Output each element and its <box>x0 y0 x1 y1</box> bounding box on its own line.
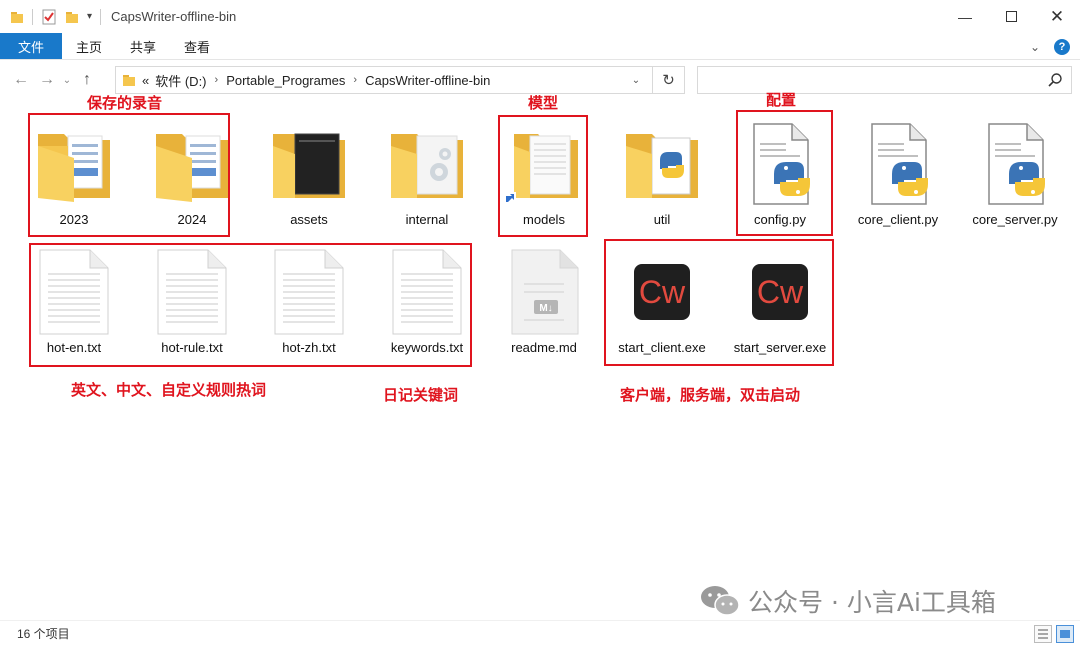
up-arrow-icon: ↑ <box>83 71 91 88</box>
view-switcher <box>1034 625 1074 643</box>
divider <box>32 8 33 25</box>
markdown-file-icon: M↓ <box>511 249 579 335</box>
folder-dark-icon <box>273 133 345 198</box>
file-item-core-client-py[interactable]: core_client.py <box>843 120 953 227</box>
title-bar: ▾ CapsWriter-offline-bin — ✕ <box>0 0 1080 33</box>
file-item-internal[interactable]: internal <box>372 120 482 227</box>
file-name: readme.md <box>511 340 577 355</box>
close-icon: ✕ <box>1049 6 1065 26</box>
python-file-icon <box>871 123 928 205</box>
item-count: 16 个项目 <box>17 627 70 641</box>
search-icon <box>1048 73 1062 87</box>
annotation-config: 配置 <box>766 91 797 109</box>
file-item-readme-md[interactable]: M↓ readme.md <box>489 248 599 355</box>
back-button[interactable]: ← <box>8 67 34 93</box>
tab-file[interactable]: 文件 <box>0 33 63 59</box>
quick-access-toolbar: ▾ <box>0 8 92 25</box>
annotation-diary: 日记关键词 <box>383 386 459 404</box>
annotation-box-launch <box>604 239 834 366</box>
tab-share[interactable]: 共享 <box>116 33 170 59</box>
folder-icon <box>11 11 23 23</box>
breadcrumb-current[interactable]: CapsWriter-offline-bin <box>365 73 490 88</box>
python-file-icon <box>988 123 1045 205</box>
expand-ribbon-icon[interactable]: ⌄ <box>1030 40 1040 54</box>
address-overflow[interactable]: « <box>142 73 149 88</box>
watermark: 公众号 · 小言Ai工具箱 <box>700 583 996 619</box>
window-controls: — ✕ <box>942 0 1080 33</box>
file-name: assets <box>290 212 328 227</box>
address-history-dropdown[interactable]: ⌄ <box>626 67 646 93</box>
details-view-icon <box>1038 629 1048 639</box>
address-bar[interactable]: « 软件 (D:) › Portable_Programes › CapsWri… <box>115 66 685 94</box>
file-item-assets[interactable]: assets <box>254 120 364 227</box>
tab-home[interactable]: 主页 <box>62 33 116 59</box>
chevron-down-icon: ⌄ <box>62 74 72 86</box>
annotation-hotwords: 英文、中文、自定义规则热词 <box>71 381 267 399</box>
annotation-launch: 客户端，服务端，双击启动 <box>620 386 801 404</box>
customize-toolbar-icon[interactable]: ▾ <box>87 11 92 22</box>
breadcrumb-drive[interactable]: 软件 (D:) <box>155 71 206 90</box>
annotation-recordings: 保存的录音 <box>87 94 163 112</box>
maximize-button[interactable] <box>988 0 1034 33</box>
back-arrow-icon: ← <box>13 71 29 88</box>
folder-python-icon <box>626 134 698 198</box>
minimize-button[interactable]: — <box>942 0 988 33</box>
minimize-icon: — <box>958 8 972 25</box>
new-folder-icon[interactable] <box>65 10 79 24</box>
file-name: internal <box>405 212 449 227</box>
recent-locations-button[interactable]: ⌄ <box>60 67 74 93</box>
breadcrumb-portable[interactable]: Portable_Programes <box>226 73 345 88</box>
ribbon-tabs: 文件 主页 共享 查看 ⌄ ? <box>0 33 1080 60</box>
forward-button[interactable]: → <box>34 67 60 93</box>
maximize-icon <box>1005 11 1017 22</box>
annotation-box-recordings <box>28 113 230 237</box>
search-input[interactable] <box>697 66 1072 94</box>
large-icons-view-button[interactable] <box>1056 625 1074 643</box>
breadcrumb-chevron-icon[interactable]: › <box>353 74 357 86</box>
annotation-box-models <box>498 115 588 237</box>
folder-icon <box>123 75 135 86</box>
details-view-button[interactable] <box>1034 625 1052 643</box>
chevron-down-icon: ⌄ <box>631 74 641 86</box>
annotation-box-config <box>736 110 833 236</box>
forward-arrow-icon: → <box>39 71 55 88</box>
file-name: core_client.py <box>857 212 939 227</box>
md-badge-text: M↓ <box>539 303 552 314</box>
status-bar: 16 个项目 <box>0 620 1080 646</box>
window-title: CapsWriter-offline-bin <box>111 9 237 24</box>
breadcrumb-chevron-icon[interactable]: › <box>215 74 219 86</box>
refresh-button[interactable]: ↻ <box>652 67 684 93</box>
help-icon[interactable]: ? <box>1054 38 1070 55</box>
divider <box>100 8 102 25</box>
annotation-box-hotwords <box>29 243 472 367</box>
up-button[interactable]: ↑ <box>74 67 100 93</box>
properties-icon[interactable] <box>41 9 57 25</box>
refresh-icon: ↻ <box>662 72 675 89</box>
file-item-util[interactable]: util <box>607 120 717 227</box>
wechat-icon <box>701 586 740 616</box>
close-button[interactable]: ✕ <box>1034 0 1080 33</box>
file-item-core-server-py[interactable]: core_server.py <box>960 120 1070 227</box>
folder-gear-icon <box>391 134 463 198</box>
file-name: core_server.py <box>972 212 1058 227</box>
large-icons-view-icon <box>1060 630 1070 638</box>
tab-view[interactable]: 查看 <box>170 33 224 59</box>
ribbon-right-controls: ⌄ ? <box>1030 33 1070 60</box>
annotation-models: 模型 <box>528 94 559 112</box>
file-name: util <box>653 212 671 227</box>
watermark-text: 公众号 · 小言Ai工具箱 <box>748 588 996 617</box>
